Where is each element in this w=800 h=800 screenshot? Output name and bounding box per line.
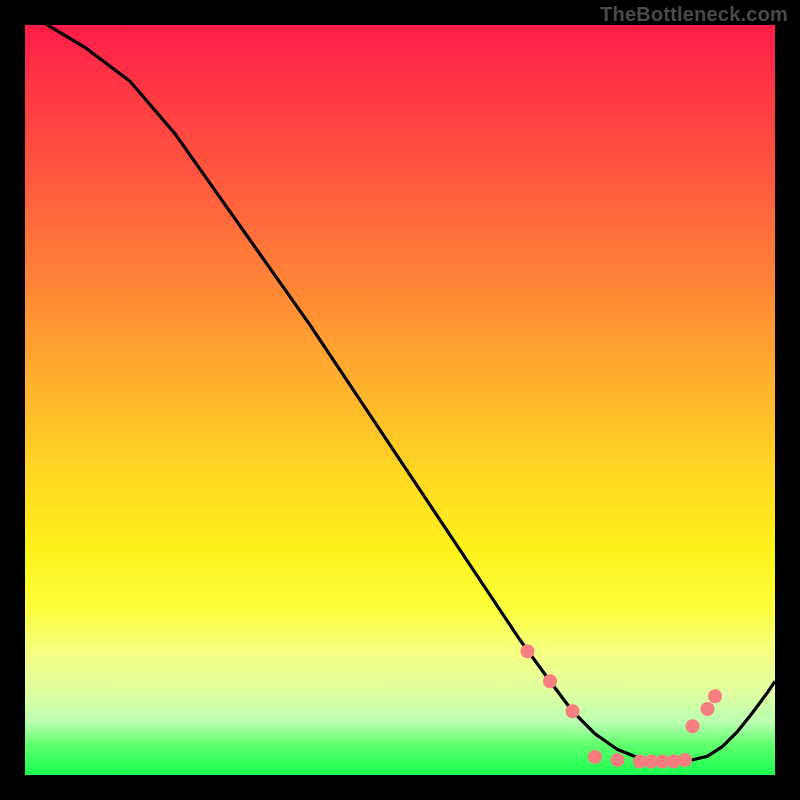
marker-point: [611, 753, 625, 767]
marker-point: [521, 644, 535, 658]
marker-point: [678, 753, 692, 767]
marker-point: [588, 750, 602, 764]
bottleneck-curve-chart: [25, 25, 775, 775]
marker-point: [543, 674, 557, 688]
watermark-text: TheBottleneck.com: [600, 4, 788, 27]
marker-point: [686, 719, 700, 733]
marker-point: [701, 702, 715, 716]
plot-area: [25, 25, 775, 775]
marker-point: [566, 704, 580, 718]
chart-frame: TheBottleneck.com: [0, 0, 800, 800]
marker-point: [708, 689, 722, 703]
bottleneck-curve: [25, 25, 775, 762]
